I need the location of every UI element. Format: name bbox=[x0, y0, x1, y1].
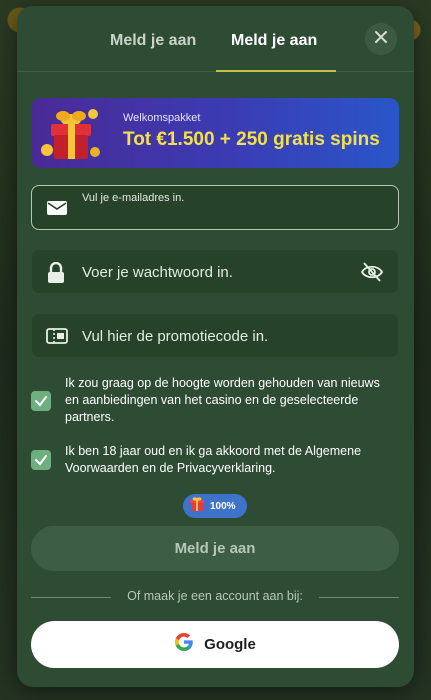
password-field[interactable]: Voer je wachtwoord in. bbox=[31, 249, 399, 294]
tab-register[interactable]: Meld je aan bbox=[231, 32, 317, 50]
tab-bar: Meld je aan Meld je aan bbox=[17, 6, 414, 72]
google-label: Google bbox=[204, 636, 256, 653]
google-signup-button[interactable]: Google bbox=[31, 621, 399, 668]
tab-login[interactable]: Meld je aan bbox=[110, 32, 196, 50]
newsletter-consent-label: Ik zou graag op de hoogte worden gehoude… bbox=[65, 376, 380, 424]
lock-icon bbox=[46, 261, 66, 283]
envelope-icon bbox=[46, 198, 67, 218]
signup-modal: Meld je aan Meld je aan Welkomspakket To… bbox=[17, 6, 414, 687]
bonus-progress-text: 100% bbox=[210, 500, 236, 512]
terms-checkbox[interactable] bbox=[31, 450, 51, 470]
alt-signup-divider: Of maak je een account aan bij: bbox=[31, 589, 399, 605]
gift-icon bbox=[189, 496, 205, 517]
terms-consent-label: Ik ben 18 jaar oud en ik ga akkoord met … bbox=[65, 444, 362, 475]
banner-title: Tot €1.500 + 250 gratis spins bbox=[123, 129, 380, 150]
active-tab-indicator bbox=[216, 70, 336, 72]
close-button[interactable] bbox=[365, 23, 397, 55]
register-submit-button[interactable]: Meld je aan bbox=[31, 526, 399, 571]
welcome-bonus-banner[interactable]: Welkomspakket Tot €1.500 + 250 gratis sp… bbox=[31, 98, 399, 168]
eye-off-icon[interactable] bbox=[360, 261, 384, 283]
submit-label: Meld je aan bbox=[174, 540, 256, 557]
ticket-icon bbox=[46, 326, 68, 346]
close-icon bbox=[374, 30, 388, 49]
gift-box-icon bbox=[41, 104, 103, 164]
divider-line-right bbox=[319, 597, 399, 598]
promo-code-field[interactable]: Vul hier de promotiecode in. bbox=[31, 313, 399, 358]
bonus-progress-badge: 100% bbox=[183, 494, 247, 518]
password-placeholder: Voer je wachtwoord in. bbox=[82, 264, 233, 281]
google-icon bbox=[174, 632, 204, 657]
email-field[interactable]: Vul je e-mailadres in. bbox=[31, 185, 399, 230]
newsletter-checkbox[interactable] bbox=[31, 391, 51, 411]
promo-placeholder: Vul hier de promotiecode in. bbox=[82, 328, 269, 345]
banner-kicker: Welkomspakket bbox=[123, 112, 201, 124]
email-placeholder: Vul je e-mailadres in. bbox=[82, 192, 185, 204]
alt-signup-text: Of maak je een account aan bij: bbox=[127, 589, 303, 603]
